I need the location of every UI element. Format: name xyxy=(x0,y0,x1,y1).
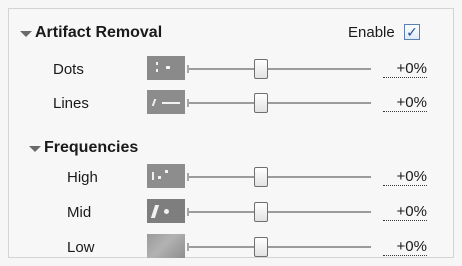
frequencies-title[interactable]: Frequencies xyxy=(44,139,138,157)
mid-label: Mid xyxy=(67,204,92,221)
lines-value[interactable]: +0% xyxy=(383,95,427,112)
checkmark-icon: ✓ xyxy=(406,24,418,40)
lines-slider-thumb[interactable] xyxy=(254,93,268,113)
dots-slider-track[interactable] xyxy=(187,65,371,73)
dots-preview-icon xyxy=(147,56,185,80)
dots-slider-thumb[interactable] xyxy=(254,59,268,79)
artifact-removal-title[interactable]: Artifact Removal xyxy=(35,24,162,42)
high-slider-thumb[interactable] xyxy=(254,167,268,187)
dots-label: Dots xyxy=(53,61,84,78)
mid-frequency-preview-icon xyxy=(147,199,185,223)
high-slider-track[interactable] xyxy=(187,173,371,181)
high-value[interactable]: +0% xyxy=(383,169,427,186)
high-label: High xyxy=(67,169,98,186)
frequencies-disclosure-icon[interactable] xyxy=(29,146,41,152)
low-frequency-preview-icon xyxy=(147,234,185,258)
enable-label: Enable xyxy=(348,24,395,41)
mid-slider-thumb[interactable] xyxy=(254,202,268,222)
mid-slider-track[interactable] xyxy=(187,208,371,216)
artifact-removal-panel: Artifact Removal Enable ✓ Dots +0% Lines… xyxy=(8,8,454,258)
low-label: Low xyxy=(67,239,95,256)
dots-value[interactable]: +0% xyxy=(383,61,427,78)
lines-slider-track[interactable] xyxy=(187,99,371,107)
low-slider-track[interactable] xyxy=(187,243,371,251)
lines-label: Lines xyxy=(53,95,89,112)
artifact-removal-disclosure-icon[interactable] xyxy=(20,31,32,37)
high-frequency-preview-icon xyxy=(147,164,185,188)
enable-checkbox[interactable]: ✓ xyxy=(404,24,420,40)
mid-value[interactable]: +0% xyxy=(383,204,427,221)
low-slider-thumb[interactable] xyxy=(254,237,268,257)
low-value[interactable]: +0% xyxy=(383,239,427,256)
lines-preview-icon xyxy=(147,90,185,114)
